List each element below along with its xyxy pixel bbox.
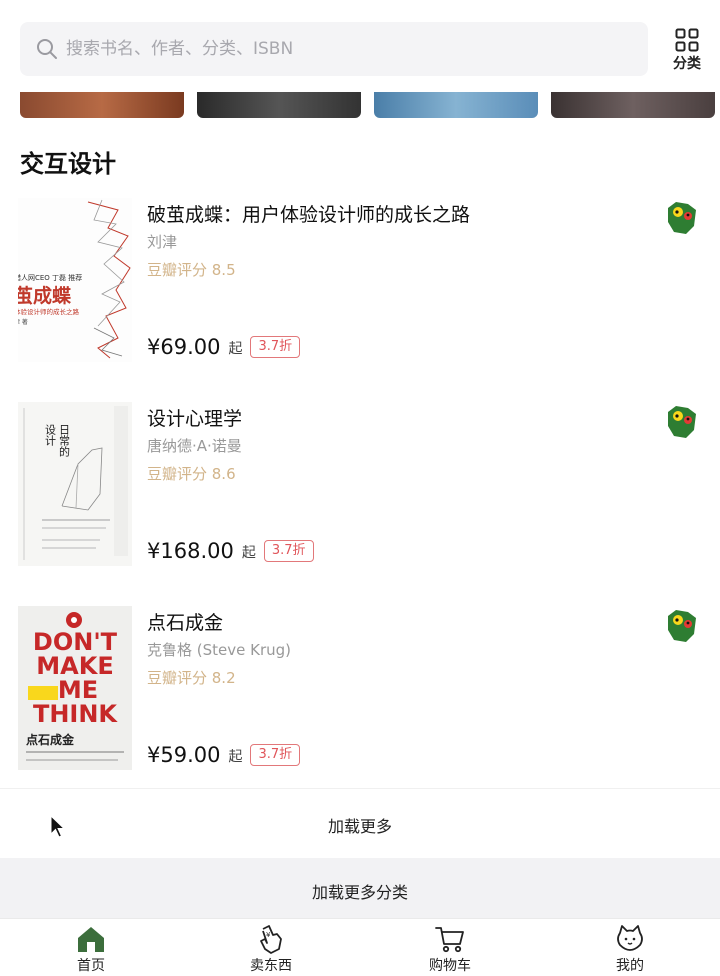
price-suffix: 起 (228, 749, 243, 765)
book-title[interactable]: 点石成金 (147, 610, 223, 636)
bottom-tab-bar: 首页 ¥ 卖东西 购物车 我的 (0, 918, 720, 976)
price-row: ¥59.00 起 3.7折 (147, 738, 301, 768)
book-author: 刘津 (147, 233, 178, 251)
grid-icon (675, 28, 699, 52)
cover-text: 津 著 (18, 318, 28, 326)
cover-text: 点石成金 (26, 732, 75, 747)
book-title[interactable]: 破茧成蝶：用户体验设计师的成长之路 (147, 202, 470, 228)
book-rating: 豆瓣评分 8.5 (147, 261, 236, 279)
category-label: 分类 (673, 56, 701, 72)
seller-avatar[interactable] (664, 200, 700, 236)
book-item[interactable]: 猎人网CEO 丁磊 推荐 茧成蝶 体验设计师的成长之路 津 著 破茧成蝶：用户体… (0, 198, 720, 368)
hand-icon: ¥ (260, 925, 282, 954)
tab-label: 卖东西 (250, 958, 292, 974)
load-more-label: 加载更多 (327, 817, 392, 836)
cat-face-icon (617, 925, 643, 951)
discount-badge: 3.7折 (250, 744, 301, 766)
book-rating: 豆瓣评分 8.2 (147, 669, 236, 687)
search-input[interactable]: 搜索书名、作者、分类、ISBN (20, 22, 648, 76)
book-price: ¥59.00 (147, 743, 221, 767)
book-item[interactable]: DON'T MAKE ME THINK 点石成金 点石成金 克鲁格 (Steve… (0, 606, 720, 776)
book-cover[interactable]: 猎人网CEO 丁磊 推荐 茧成蝶 体验设计师的成长之路 津 著 (18, 198, 132, 362)
book-price: ¥168.00 (147, 539, 234, 563)
cover-text: 设计 (44, 424, 57, 447)
cart-icon (435, 927, 464, 953)
cover-text: 日常的 (58, 424, 71, 458)
book-cover[interactable]: 日常的 设计 (18, 402, 132, 566)
search-placeholder: 搜索书名、作者、分类、ISBN (66, 39, 294, 59)
banner-image[interactable] (20, 92, 184, 118)
load-more-categories-button[interactable]: 加载更多分类 (0, 858, 720, 918)
book-cover[interactable]: DON'T MAKE ME THINK 点石成金 (18, 606, 132, 770)
tab-label: 购物车 (429, 958, 471, 974)
book-rating: 豆瓣评分 8.6 (147, 465, 236, 483)
seller-avatar[interactable] (664, 404, 700, 440)
price-row: ¥168.00 起 3.7折 (147, 534, 314, 564)
top-bar: 搜索书名、作者、分类、ISBN 分类 (0, 0, 720, 92)
cover-text: 茧成蝶 (18, 284, 72, 307)
tab-mine[interactable]: 我的 (570, 919, 690, 976)
load-more-button[interactable]: 加载更多 (0, 788, 720, 858)
tab-cart[interactable]: 购物车 (390, 919, 510, 976)
book-title[interactable]: 设计心理学 (147, 406, 242, 432)
book-author: 唐纳德·A·诺曼 (147, 437, 242, 455)
tab-label: 我的 (616, 958, 644, 974)
seller-avatar[interactable] (664, 608, 700, 644)
section-title: 交互设计 (20, 150, 116, 178)
banner-image[interactable] (374, 92, 538, 118)
banner-image[interactable] (197, 92, 361, 118)
book-price: ¥69.00 (147, 335, 221, 359)
banner-carousel[interactable] (0, 92, 720, 120)
price-row: ¥69.00 起 3.7折 (147, 330, 301, 360)
tab-label: 首页 (77, 958, 105, 974)
tab-home[interactable]: 首页 (31, 919, 151, 976)
category-button[interactable]: 分类 (662, 26, 712, 76)
price-suffix: 起 (241, 545, 256, 561)
svg-text:¥: ¥ (266, 931, 271, 939)
cover-text: 体验设计师的成长之路 (18, 307, 80, 316)
book-item[interactable]: 日常的 设计 设计心理学 唐纳德·A·诺曼 豆瓣评分 8.6 ¥168.00 起… (0, 402, 720, 572)
price-suffix: 起 (228, 341, 243, 357)
discount-badge: 3.7折 (263, 540, 314, 562)
search-icon (37, 39, 57, 59)
banner-image[interactable] (551, 92, 715, 118)
discount-badge: 3.7折 (250, 336, 301, 358)
cover-text: THINK (33, 700, 118, 728)
cover-text: 猎人网CEO 丁磊 推荐 (18, 273, 82, 282)
tab-sell[interactable]: ¥ 卖东西 (211, 919, 331, 976)
mouse-cursor-icon (50, 815, 66, 838)
book-author: 克鲁格 (Steve Krug) (147, 641, 292, 659)
load-more-categories-label: 加载更多分类 (311, 883, 408, 902)
home-icon (78, 927, 104, 952)
